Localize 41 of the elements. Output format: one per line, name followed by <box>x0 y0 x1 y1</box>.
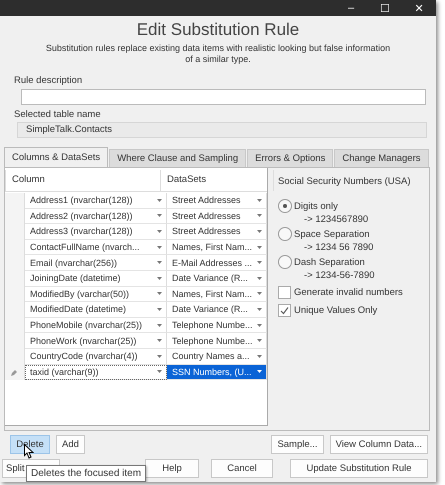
cell-text: Address3 (nvarchar(128)) <box>30 226 133 236</box>
format-example: -> 1234 56 7890 <box>303 242 374 253</box>
cell-text: SSN Numbers, (U... <box>172 366 252 377</box>
cell-text: Email (nvarchar(256)) <box>30 258 118 268</box>
cell-text: taxid (varchar(9)) <box>30 366 99 377</box>
cell-text: Street Addresses <box>172 226 241 236</box>
cell-text: Address2 (nvarchar(128)) <box>30 210 133 221</box>
cell-text: Date Variance (R... <box>172 273 248 284</box>
table-name-field: SimpleTalk.Contacts <box>17 122 427 138</box>
tooltip: Deletes the focused item <box>26 465 146 482</box>
dialog-heading: Edit Substitution Rule <box>136 19 300 41</box>
format-example: -> 1234-56-7890 <box>303 270 376 281</box>
cell-text: Telephone Numbe... <box>172 336 253 346</box>
column-header: DataSets <box>161 170 274 191</box>
field-label: Rule description <box>14 75 84 87</box>
cell-text: Country Names a... <box>172 351 250 362</box>
section-title: Social Security Numbers (USA) <box>278 176 412 187</box>
cell-text: CountryCode (nvarchar(4)) <box>30 351 138 362</box>
cell-text: PhoneWork (nvarchar(25)) <box>30 336 136 346</box>
cell-text: Street Addresses <box>172 195 241 206</box>
column-header: Column <box>6 170 161 191</box>
cell-text: E-Mail Addresses ... <box>172 258 252 268</box>
cell-text: JoiningDate (datetime) <box>30 273 121 284</box>
radio-label: Digits only <box>294 200 338 212</box>
checkbox-label: Generate invalid numbers <box>294 287 403 298</box>
radio-label: Space Separation <box>294 228 370 240</box>
cell-text: Names, First Nam... <box>172 288 252 299</box>
cell-text: Names, First Nam... <box>172 242 252 252</box>
cell-text: ModifiedDate (datetime) <box>30 304 126 314</box>
field-label: Selected table name <box>14 109 102 121</box>
cell-text: PhoneMobile (nvarchar(25)) <box>30 320 142 330</box>
format-example: -> 1234567890 <box>303 214 370 225</box>
cell-text: ModifiedBy (varchar(50)) <box>30 288 130 299</box>
cell-text: ContactFullName (nvarch... <box>30 242 140 252</box>
cell-text: Street Addresses <box>172 210 241 221</box>
radio-label: Dash Separation <box>294 256 365 268</box>
checkbox-label: Unique Values Only <box>294 305 378 316</box>
cell-text: Telephone Numbe... <box>172 320 253 330</box>
cell-text: Date Variance (R... <box>172 304 248 314</box>
dialog-description: Substitution rules replace existing data items with realistic looking but false information of a similar type. <box>44 42 392 66</box>
cell-text: Address1 (nvarchar(128)) <box>30 195 133 206</box>
